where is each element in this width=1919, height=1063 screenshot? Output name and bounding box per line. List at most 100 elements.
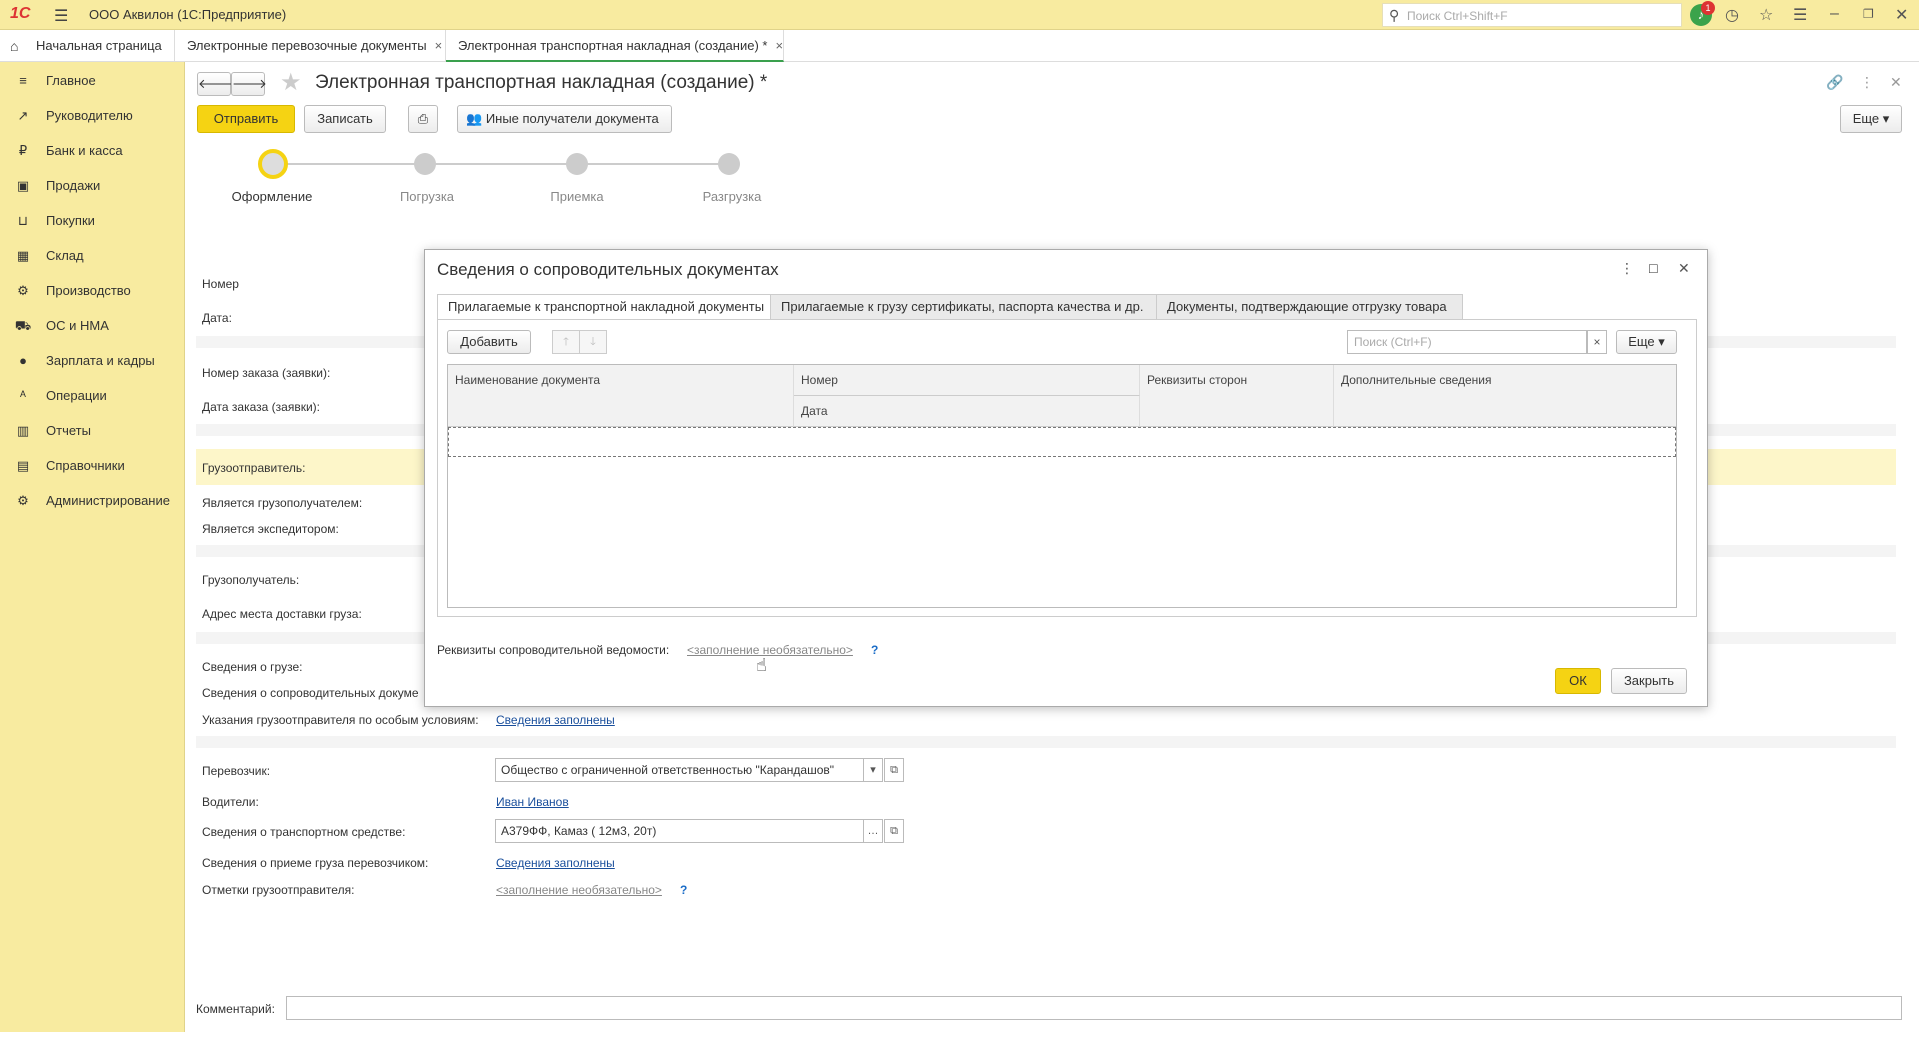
acceptance-label: Сведения о приеме груза перевозчиком: [202,856,429,870]
shipper-notes-help[interactable]: ? [680,883,687,897]
date-label: Дата: [202,311,232,325]
step-dot [414,153,436,175]
col-parties[interactable]: Реквизиты сторон [1140,365,1334,427]
bag-icon: ▣ [16,178,30,193]
statement-help[interactable]: ? [871,643,878,657]
steps-line [272,163,732,165]
sidebar-item-payroll[interactable]: ● Зарплата и кадры [0,346,185,376]
cargo-info-label: Сведения о грузе: [202,660,303,674]
carrier-dropdown-button[interactable]: ▾ [863,758,883,782]
other-recipients-button[interactable]: 👥 Иные получатели документа [457,105,672,133]
shipper-notes-link[interactable]: <заполнение необязательно> [496,883,662,897]
statement-link[interactable]: <заполнение необязательно> [687,643,853,657]
close-window-icon[interactable]: ✕ [1895,5,1908,25]
step-label: Оформление [231,189,313,204]
main-menu-icon[interactable]: ☰ [54,6,68,26]
sidebar-item-warehouse[interactable]: ▦ Склад [0,241,185,271]
global-search-input[interactable]: ⚲ Поиск Ctrl+Shift+F [1382,3,1682,27]
ok-button[interactable]: ОК [1555,668,1601,694]
sidebar-item-label: Производство [46,283,131,298]
driver-link[interactable]: Иван Иванов [496,795,569,809]
more-label: Еще [1852,111,1880,126]
sidebar-item-operations[interactable]: ᴬ Операции [0,381,185,411]
tab-transport-documents[interactable]: Электронные перевозочные документы × [175,30,446,62]
sidebar: ≡ Главное ↗ Руководителю ₽ Банк и касса … [0,62,185,1032]
sidebar-item-main[interactable]: ≡ Главное [0,66,185,96]
operations-icon: ᴬ [20,388,26,403]
sidebar-item-admin[interactable]: ⚙ Администрирование [0,486,185,516]
tab-certificates[interactable]: Прилагаемые к грузу сертификаты, паспорт… [770,294,1157,320]
dialog-search-input[interactable]: Поиск (Ctrl+F) [1347,330,1587,354]
sidebar-item-label: Администрирование [46,493,170,508]
sidebar-item-management[interactable]: ↗ Руководителю [0,101,185,131]
tab-waybill-create[interactable]: Электронная транспортная накладная (созд… [446,30,784,62]
tab-home[interactable]: ⌂ Начальная страница [0,30,175,62]
col-doc-name[interactable]: Наименование документа [448,365,794,427]
sidebar-item-assets[interactable]: ⛟ ОС и НМА [0,311,185,341]
more-button[interactable]: Еще ▾ [1840,105,1902,133]
close-button[interactable]: Закрыть [1611,668,1687,694]
save-button[interactable]: Записать [304,105,386,133]
vehicle-field[interactable]: А379ФФ, Камаз ( 12м3, 20т) [495,819,864,843]
sidebar-item-label: ОС и НМА [46,318,109,333]
minimize-icon[interactable]: – [1830,5,1839,23]
other-recipients-label: Иные получатели документа [485,111,659,126]
hand-cursor-icon: ☝ [756,655,767,675]
warehouse-icon: ▦ [16,248,30,263]
shipper-label: Грузоотправитель: [202,461,306,475]
restore-window-icon[interactable]: ❐ [1863,7,1874,21]
dialog-more-button[interactable]: Еще ▾ [1616,330,1677,354]
tab-close-icon[interactable]: × [775,38,783,53]
maximize-icon[interactable]: ☐ [1648,262,1659,276]
favorites-star-icon[interactable]: ☆ [1759,5,1773,25]
tab-attached-docs[interactable]: Прилагаемые к транспортной накладной док… [437,294,771,320]
send-button[interactable]: Отправить [197,105,295,133]
sidebar-item-label: Склад [46,248,84,263]
col-number[interactable]: Номер [794,365,1140,396]
global-search-placeholder: Поиск Ctrl+Shift+F [1407,9,1508,23]
vehicle-select-button[interactable]: … [863,819,883,843]
sidebar-item-production[interactable]: ⚙ Производство [0,276,185,306]
step-label: Приемка [550,189,604,204]
move-up-button[interactable]: 🡑 [552,330,580,354]
sidebar-item-bank[interactable]: ₽ Банк и касса [0,136,185,166]
sidebar-item-purchases[interactable]: ⊔ Покупки [0,206,185,236]
more-vertical-icon[interactable]: ⋮ [1860,74,1874,91]
close-form-icon[interactable]: ✕ [1890,74,1902,91]
sidebar-item-catalogs[interactable]: ▤ Справочники [0,451,185,481]
forward-button[interactable]: 🡒 [231,72,267,96]
carrier-open-button[interactable]: ⧉ [884,758,904,782]
sidebar-item-label: Справочники [46,458,125,473]
acceptance-link[interactable]: Сведения заполнены [496,856,615,870]
table-row[interactable] [448,427,1676,457]
col-date[interactable]: Дата [794,396,1140,427]
more-vertical-icon[interactable]: ⋮ [1620,260,1634,277]
add-button[interactable]: Добавить [447,330,531,354]
move-down-button[interactable]: 🡓 [579,330,607,354]
delivery-address-label: Адрес места доставки груза: [202,607,362,621]
comment-field[interactable] [286,996,1902,1020]
close-dialog-icon[interactable]: ✕ [1678,260,1690,277]
col-extra-info[interactable]: Дополнительные сведения [1334,365,1676,427]
history-icon[interactable]: ◷ [1725,5,1739,25]
sidebar-item-reports[interactable]: ▥ Отчеты [0,416,185,446]
settings-menu-icon[interactable]: ☰ [1793,5,1807,25]
top-bar: 1С ☰ ООО Аквилон (1С:Предприятие) ⚲ Поис… [0,0,1919,30]
book-icon: ▤ [16,458,30,473]
back-button[interactable]: 🡐 [197,72,233,96]
step-label: Погрузка [399,189,455,204]
print-button[interactable]: ⎙ [408,105,438,133]
carrier-field[interactable]: Общество с ограниченной ответственностью… [495,758,867,782]
consignee-label: Грузополучатель: [202,573,300,587]
tab-shipping-docs[interactable]: Документы, подтверждающие отгрузку товар… [1156,294,1463,320]
special-conditions-link[interactable]: Сведения заполнены [496,713,615,727]
tab-close-icon[interactable]: × [435,38,443,53]
vehicle-label: Сведения о транспортном средстве: [202,825,406,839]
sidebar-item-sales[interactable]: ▣ Продажи [0,171,185,201]
link-icon[interactable]: 🔗 [1826,74,1843,91]
vehicle-open-button[interactable]: ⧉ [884,819,904,843]
trend-icon: ↗ [17,108,29,123]
favorite-star-icon[interactable]: ★ [280,68,302,97]
statement-label: Реквизиты сопроводительной ведомости: [437,643,670,657]
search-clear-icon[interactable]: × [1587,330,1607,354]
